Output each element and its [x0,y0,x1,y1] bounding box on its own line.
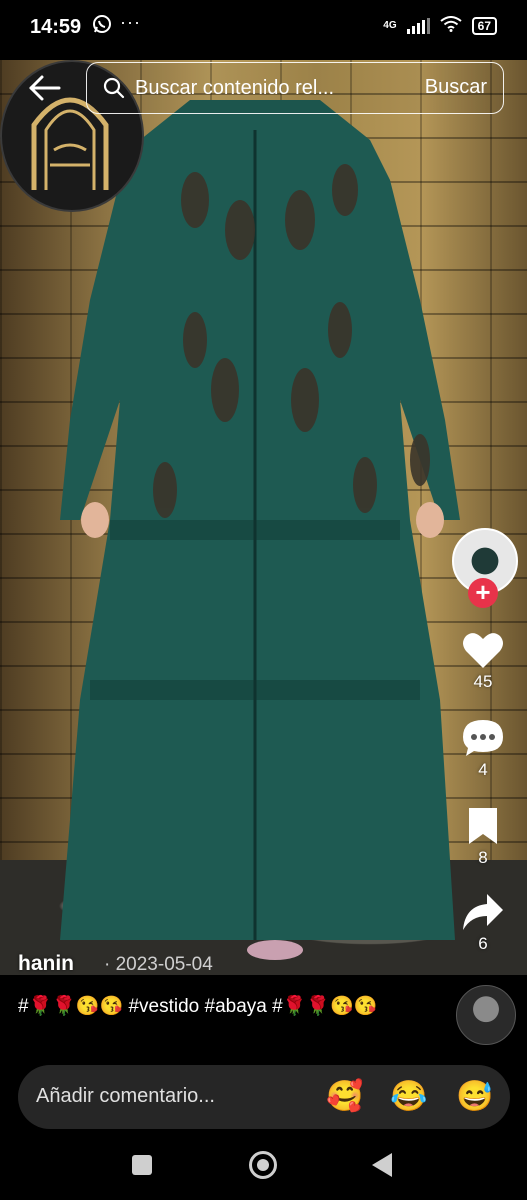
caption-text: #🌹🌹😘😘 #vestido #abaya #🌹🌹😘😘 [18,996,378,1017]
bookmark-icon [469,808,497,844]
top-bar: Buscar contenido rel... Buscar [0,60,527,116]
share-button[interactable]: 6 [448,892,518,954]
search-box[interactable]: Buscar contenido rel... Buscar [86,62,504,114]
search-input[interactable]: Buscar contenido rel... [135,77,385,100]
emoji-grinning-sweat-button[interactable]: 😅 [456,1079,493,1114]
back-arrow-icon[interactable] [28,74,62,102]
signal-icon [406,17,430,34]
comment-input[interactable]: Añadir comentario... [36,1085,215,1108]
comment-button[interactable]: 4 [448,718,518,780]
comment-icon [463,720,503,756]
status-bar: 14:59 ··· 4G 67 [0,0,527,60]
like-button[interactable]: 45 [448,630,518,692]
heart-icon [463,633,503,668]
wifi-icon [440,16,462,35]
share-icon [463,894,503,930]
share-count: 6 [478,934,488,953]
post-date: · 2023-05-04 [104,954,213,976]
home-button[interactable] [249,1151,277,1179]
comment-bar[interactable]: Añadir comentario... 🥰 😂 😅 [18,1065,510,1129]
comment-count: 4 [478,760,488,779]
emoji-smiling-hearts-button[interactable]: 🥰 [326,1079,363,1114]
network-type: 4G [383,19,397,31]
username[interactable]: hanin [18,952,74,976]
date-separator: · [104,954,111,975]
whatsapp-icon [92,14,112,39]
system-nav-bar [0,1135,527,1200]
battery-indicator: 67 [471,16,497,35]
status-time: 14:59 [30,16,82,38]
search-button[interactable]: Buscar [425,76,487,99]
save-count: 8 [478,848,488,867]
save-button[interactable]: 8 [448,806,518,868]
back-button[interactable] [372,1153,392,1177]
caption-area: #🌹🌹😘😘 #vestido #abaya #🌹🌹😘😘 [0,975,527,1060]
date-text: 2023-05-04 [115,954,213,975]
like-count: 45 [473,672,493,691]
recents-button[interactable] [132,1155,152,1175]
search-icon [103,77,125,99]
abaya-dress-image [60,100,460,960]
music-avatar[interactable] [456,985,516,1045]
more-notifications-icon: ··· [120,12,141,32]
plus-icon[interactable]: + [468,578,498,608]
emoji-tears-of-joy-button[interactable]: 😂 [390,1079,427,1114]
